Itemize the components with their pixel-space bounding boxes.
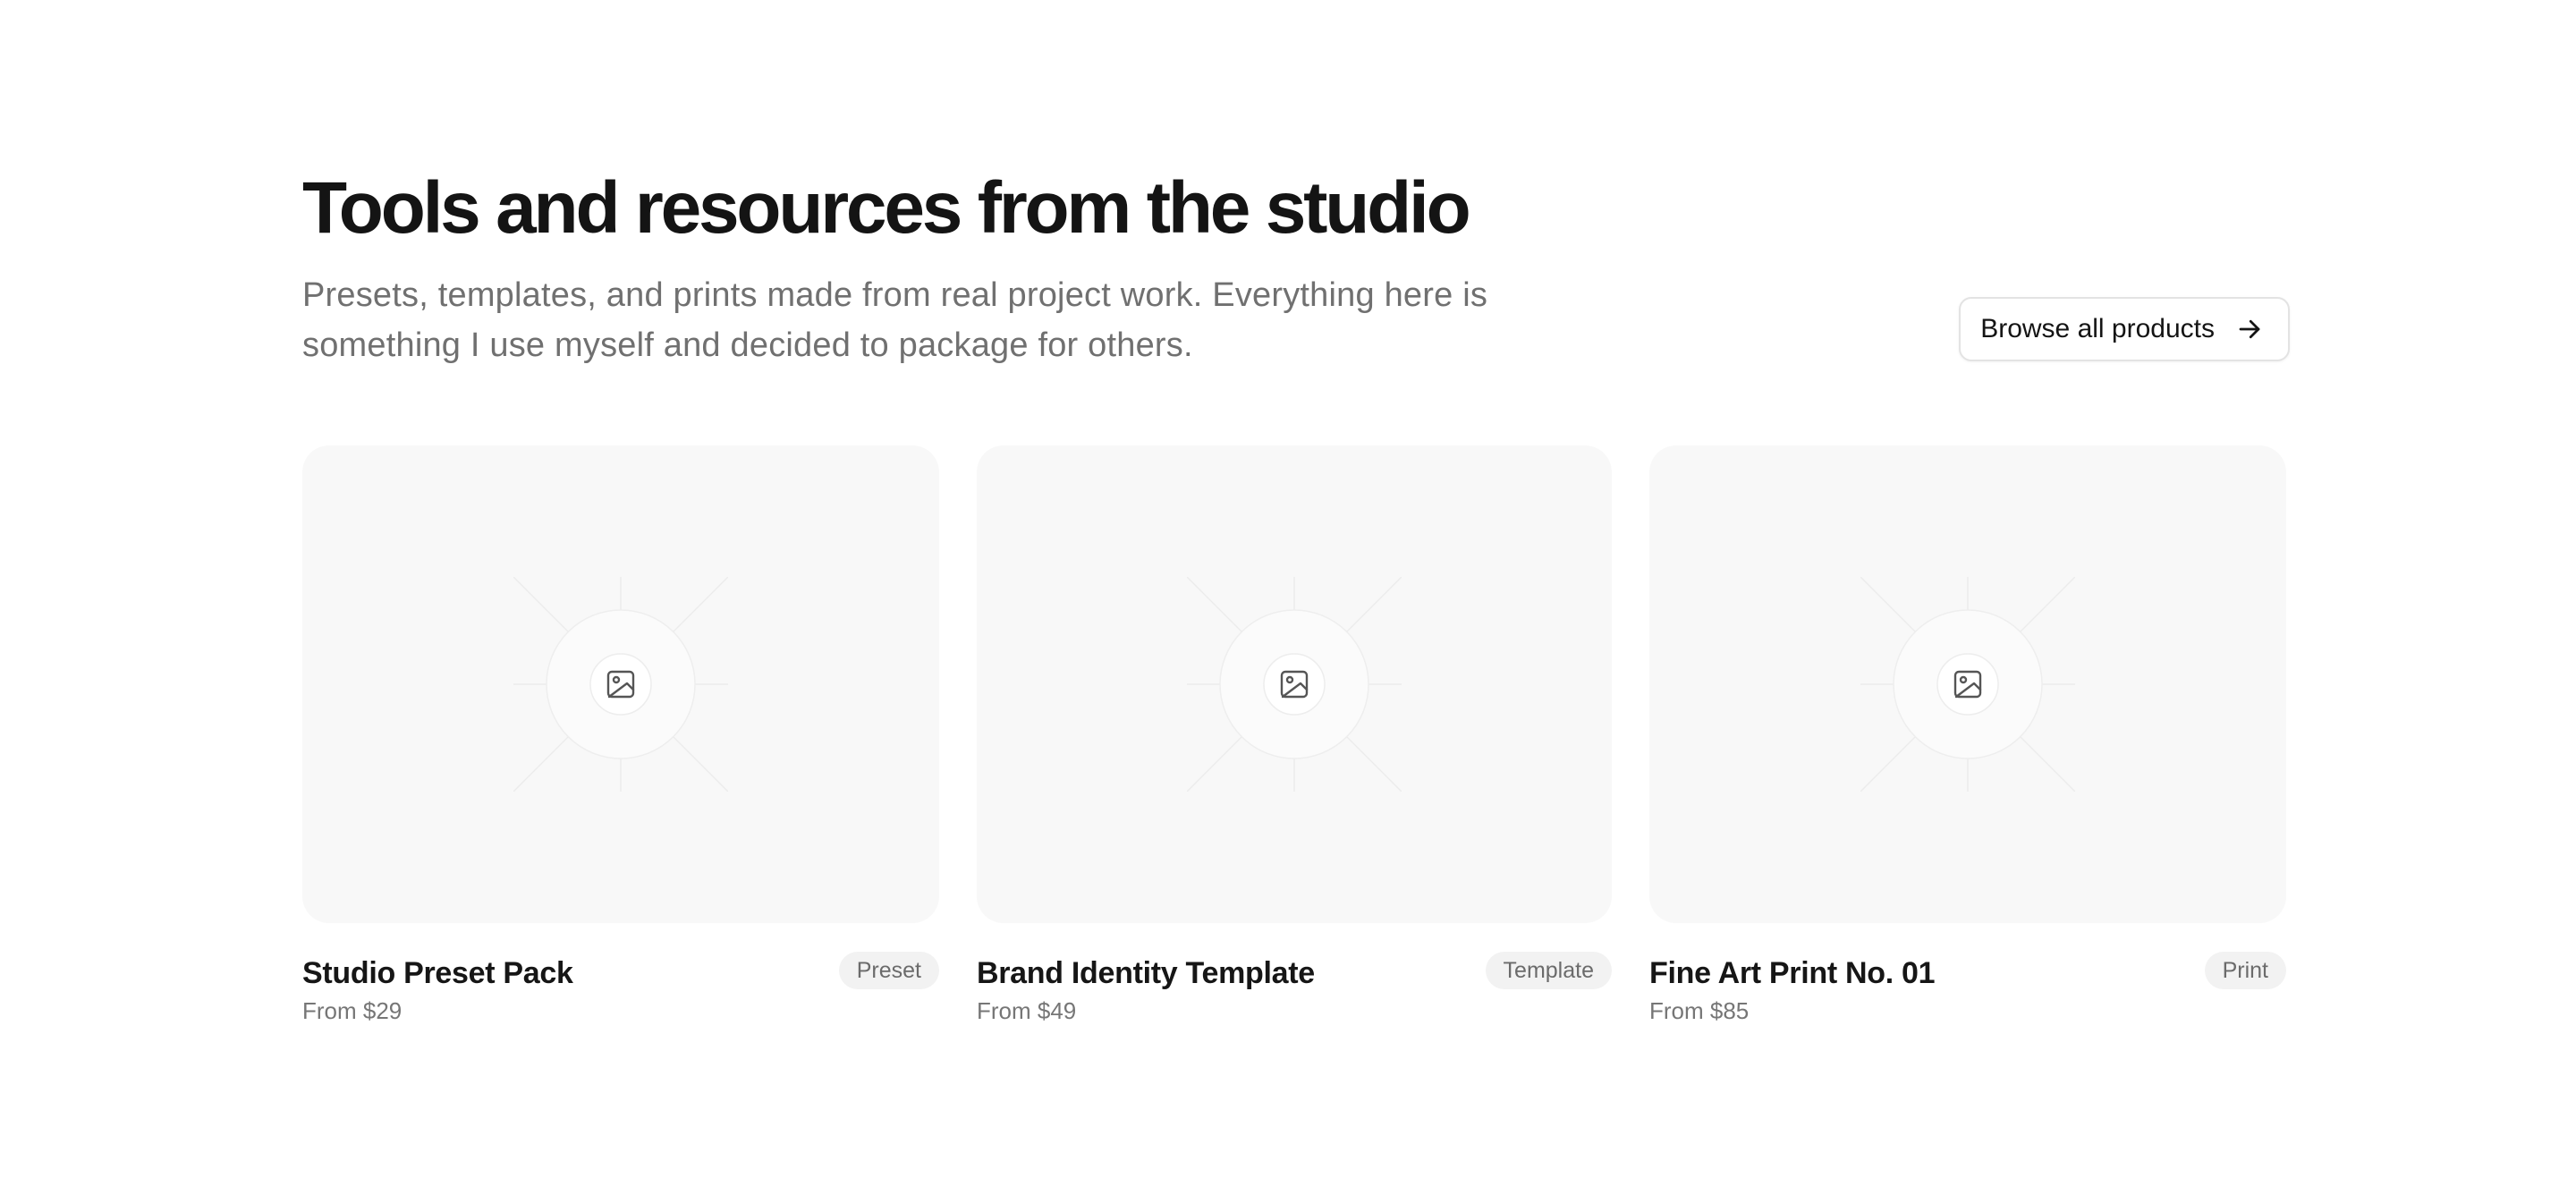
browse-all-products-button[interactable]: Browse all products xyxy=(1959,297,2290,361)
product-category-badge: Preset xyxy=(838,952,939,989)
image-placeholder-icon xyxy=(1187,577,1402,792)
product-grid: Studio Preset Pack From $29 Preset Brand… xyxy=(302,445,2290,1036)
product-meta: Fine Art Print No. 01 From $85 Print xyxy=(1649,952,2286,1036)
products-section: Tools and resources from the studio Pres… xyxy=(302,165,2290,1024)
product-card-studio-preset-pack[interactable]: Studio Preset Pack From $29 Preset xyxy=(302,445,939,1036)
product-price: From $85 xyxy=(1649,997,1750,1024)
product-category-badge: Print xyxy=(2204,952,2286,989)
image-placeholder-icon xyxy=(513,577,728,792)
arrow-right-icon xyxy=(2236,316,2263,343)
product-meta: Brand Identity Template From $49 Templat… xyxy=(977,952,1612,1036)
section-subtitle: Presets, templates, and prints made from… xyxy=(302,276,1488,364)
product-card-brand-identity-template[interactable]: Brand Identity Template From $49 Templat… xyxy=(977,445,1612,1036)
section-title: Tools and resources from the studio xyxy=(302,167,1471,249)
product-name: Fine Art Print No. 01 xyxy=(1649,956,1936,990)
image-placeholder-icon xyxy=(1860,577,2075,792)
product-price: From $49 xyxy=(977,997,1077,1024)
product-thumbnail xyxy=(302,445,939,923)
product-thumbnail xyxy=(977,445,1612,923)
product-thumbnail xyxy=(1649,445,2286,923)
product-category-badge: Template xyxy=(1485,952,1612,989)
product-meta: Studio Preset Pack From $29 Preset xyxy=(302,952,939,1036)
product-card-fine-art-print[interactable]: Fine Art Print No. 01 From $85 Print xyxy=(1649,445,2286,1036)
section-header-row: Presets, templates, and prints made from… xyxy=(302,270,2290,374)
browse-all-products-label: Browse all products xyxy=(1980,314,2215,343)
product-price: From $29 xyxy=(302,997,402,1024)
